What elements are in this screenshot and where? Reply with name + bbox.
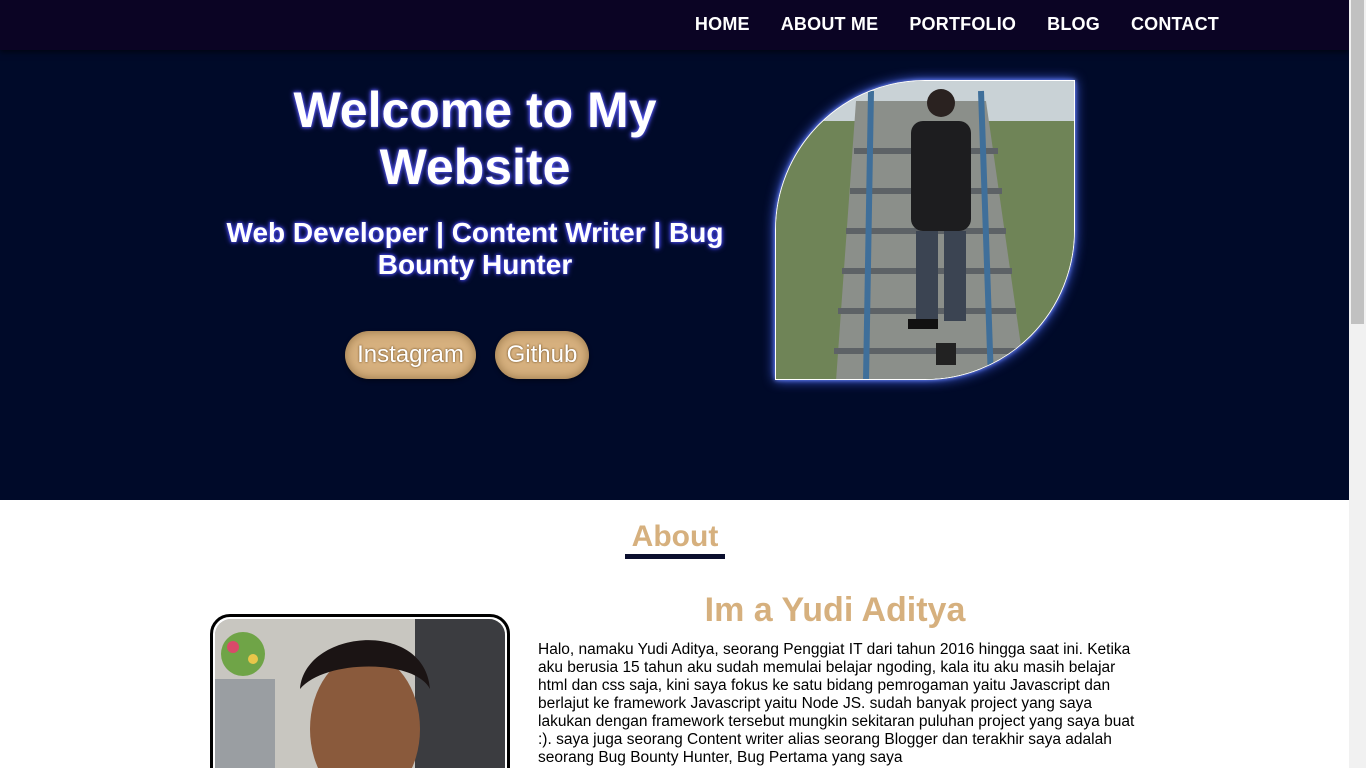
instagram-button[interactable]: Instagram xyxy=(345,331,476,379)
nav-blog[interactable]: BLOG xyxy=(1047,14,1100,35)
nav-home[interactable]: HOME xyxy=(695,14,750,35)
hero-section: Welcome to My Website Web Developer | Co… xyxy=(0,50,1349,500)
github-button[interactable]: Github xyxy=(495,331,589,379)
about-description: Halo, namaku Yudi Aditya, seorang Penggi… xyxy=(538,641,1135,766)
about-profile-photo xyxy=(210,614,510,768)
nav-contact[interactable]: CONTACT xyxy=(1131,14,1219,35)
about-photo-image xyxy=(215,619,505,768)
hero-profile-photo xyxy=(775,80,1075,380)
about-heading-underline xyxy=(625,554,725,559)
hero-title: Welcome to My Website xyxy=(293,82,657,195)
navbar: HOME ABOUT ME PORTFOLIO BLOG CONTACT xyxy=(0,0,1349,50)
nav-links: HOME ABOUT ME PORTFOLIO BLOG CONTACT xyxy=(664,0,1219,48)
hero-subtitle: Web Developer | Content Writer | Bug Bou… xyxy=(226,217,724,280)
nav-portfolio[interactable]: PORTFOLIO xyxy=(909,14,1016,35)
nav-about-me[interactable]: ABOUT ME xyxy=(781,14,879,35)
scrollbar-thumb[interactable] xyxy=(1351,0,1364,324)
page-scrollbar[interactable] xyxy=(1349,0,1366,768)
about-heading: About xyxy=(631,520,719,553)
about-name-heading: Im a Yudi Aditya xyxy=(704,591,966,629)
about-photo-illustration xyxy=(215,619,505,768)
profile-photo-illustration xyxy=(776,81,1074,379)
